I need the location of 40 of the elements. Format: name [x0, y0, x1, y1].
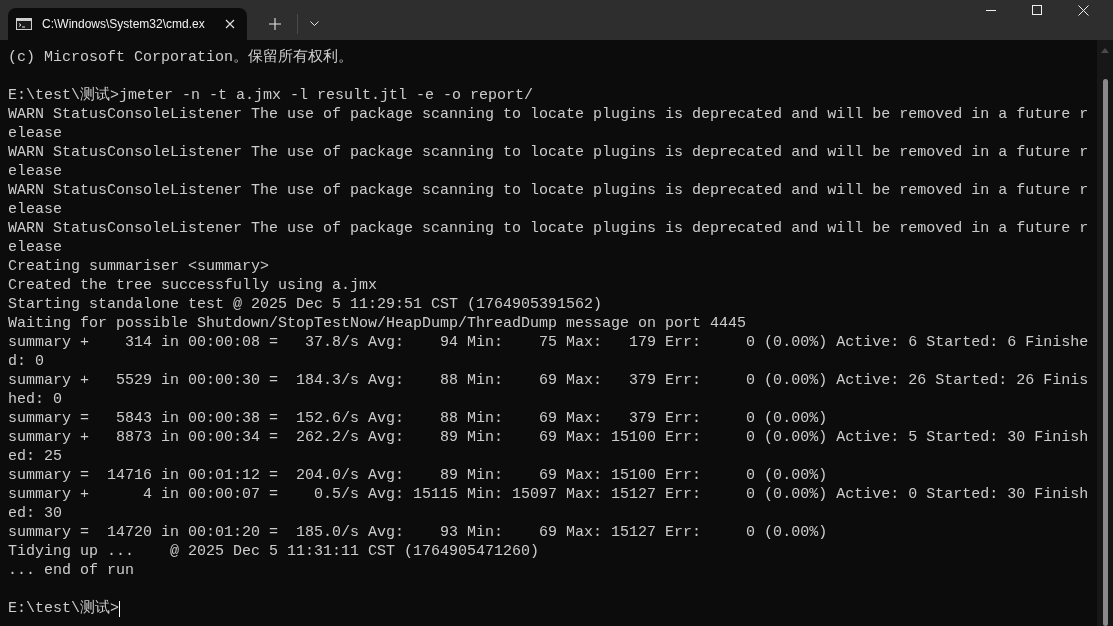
new-tab-icon[interactable]: [269, 18, 281, 30]
tab-title: C:\Windows\System32\cmd.ex: [42, 17, 206, 31]
scroll-thumb[interactable]: [1102, 79, 1108, 626]
console-line: ed: 25: [8, 447, 62, 466]
console-line: WARN StatusConsoleListener The use of package scanning to locate plugins is deprecated and will be removed in a future r: [8, 219, 1089, 238]
console-line: E:\test\测试>: [8, 599, 119, 618]
close-icon[interactable]: [225, 19, 235, 29]
close-icon[interactable]: [1078, 4, 1089, 16]
console-line: summary = 14720 in 00:01:20 = 185.0/s Avg: 93 Min: 69 Max: 15127 Err: 0 (0.00%): [8, 523, 828, 542]
chevron-down-icon[interactable]: [310, 21, 319, 26]
console-line: summary + 8873 in 00:00:34 = 262.2/s Avg: 89 Min: 69 Max: 15100 Err: 0 (0.00%) Active: 5 Started: 30 Finish: [8, 428, 1089, 447]
console-line: summary + 4 in 00:00:07 = 0.5/s Avg: 15115 Min: 15097 Max: 15127 Err: 0 (0.00%) Active: 0 Started: 30 Finish: [8, 485, 1089, 504]
terminal-tab[interactable]: C:\Windows\System32\cmd.ex: [8, 8, 247, 40]
text-cursor: [119, 600, 120, 617]
maximize-icon[interactable]: [1032, 5, 1042, 15]
console-line: summary = 5843 in 00:00:38 = 152.6/s Avg: 88 Min: 69 Max: 379 Err: 0 (0.00%): [8, 409, 828, 428]
terminal-icon: [16, 18, 32, 30]
console-line: Tidying up ... @ 2025 Dec 5 11:31:11 CST (1764905471260): [8, 542, 540, 561]
minimize-icon[interactable]: [986, 9, 996, 11]
console-line: WARN StatusConsoleListener The use of package scanning to locate plugins is deprecated and will be removed in a future r: [8, 105, 1089, 124]
console-line: elease: [8, 238, 62, 257]
scrollbar[interactable]: [1097, 40, 1113, 626]
console-line: elease: [8, 124, 62, 143]
console-line: ... end of run: [8, 561, 135, 580]
console-line: E:\test\测试>jmeter -n -t a.jmx -l result.jtl -e -o report/: [8, 86, 534, 105]
console-line: WARN StatusConsoleListener The use of package scanning to locate plugins is deprecated and will be removed in a future r: [8, 143, 1089, 162]
console-line: WARN StatusConsoleListener The use of package scanning to locate plugins is deprecated and will be removed in a future r: [8, 181, 1089, 200]
console-line: elease: [8, 200, 62, 219]
console-line: summary = 14716 in 00:01:12 = 204.0/s Avg: 89 Min: 69 Max: 15100 Err: 0 (0.00%): [8, 466, 828, 485]
console-line: hed: 0: [8, 390, 62, 409]
console-line: ed: 30: [8, 504, 62, 523]
console-line: Starting standalone test @ 2025 Dec 5 11:29:51 CST (1764905391562): [8, 295, 603, 314]
console-line: elease: [8, 162, 62, 181]
console-line: summary + 5529 in 00:00:30 = 184.3/s Avg: 88 Min: 69 Max: 379 Err: 0 (0.00%) Active: 26 Started: 26 Finis: [8, 371, 1089, 390]
console-line: (c) Microsoft Corporation。保留所有权利。: [8, 48, 354, 67]
console-line: Created the tree successfully using a.jmx: [8, 276, 378, 295]
console-line: Creating summariser <summary>: [8, 257, 270, 276]
console-line: summary + 314 in 00:00:08 = 37.8/s Avg: 94 Min: 75 Max: 179 Err: 0 (0.00%) Active: 6 Started: 6 Finishe: [8, 333, 1089, 352]
console-line: d: 0: [8, 352, 44, 371]
console-line: Waiting for possible Shutdown/StopTestNow/HeapDump/ThreadDump message on port 4445: [8, 314, 747, 333]
